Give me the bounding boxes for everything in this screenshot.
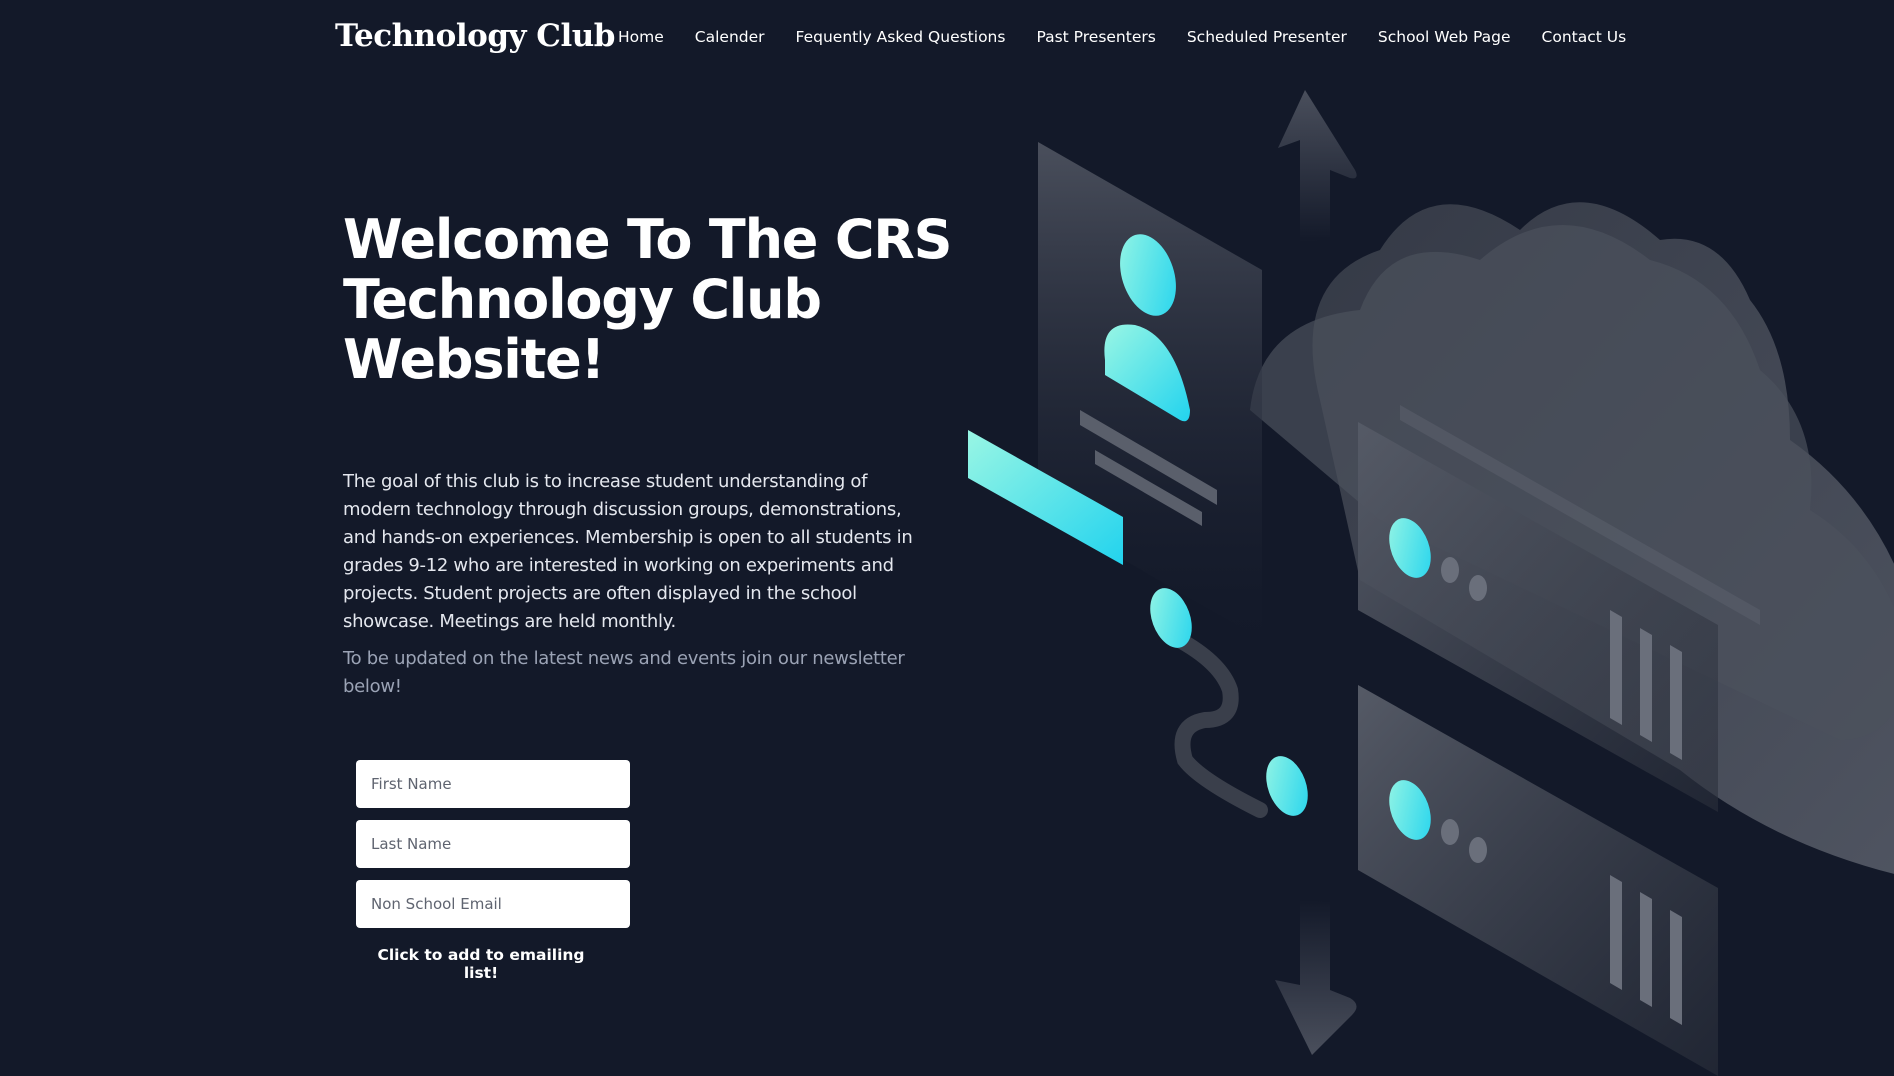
site-logo[interactable]: Technology Club <box>335 18 615 54</box>
add-to-email-list-button[interactable]: Click to add to emailing list! <box>356 942 606 986</box>
nav-contact-us[interactable]: Contact Us <box>1542 28 1627 46</box>
last-name-input[interactable] <box>356 820 630 868</box>
hero-title: Welcome To The CRS Technology Club Websi… <box>343 208 953 391</box>
newsletter-prompt: To be updated on the latest news and eve… <box>343 648 905 697</box>
hero-description: The goal of this club is to increase stu… <box>343 471 913 632</box>
main-nav: Home Calender Fequently Asked Questions … <box>618 28 1626 46</box>
site-header: Technology Club Home Calender Fequently … <box>0 0 1894 80</box>
user-icon <box>1038 142 1262 640</box>
hero-illustration <box>968 90 1894 1076</box>
first-name-input[interactable] <box>356 760 630 808</box>
nav-calendar[interactable]: Calender <box>695 28 765 46</box>
nav-faq[interactable]: Fequently Asked Questions <box>796 28 1006 46</box>
nav-school-web-page[interactable]: School Web Page <box>1378 28 1511 46</box>
newsletter-form: Click to add to emailing list! <box>356 760 630 986</box>
down-arrow-icon <box>1275 900 1357 1055</box>
cloud-icon <box>1250 202 1894 874</box>
up-arrow-icon <box>1278 90 1357 242</box>
nav-home[interactable]: Home <box>618 28 664 46</box>
nav-past-presenters[interactable]: Past Presenters <box>1036 28 1155 46</box>
page: Technology Club Home Calender Fequently … <box>0 0 1894 1076</box>
nav-scheduled-presenter[interactable]: Scheduled Presenter <box>1187 28 1347 46</box>
email-input[interactable] <box>356 880 630 928</box>
